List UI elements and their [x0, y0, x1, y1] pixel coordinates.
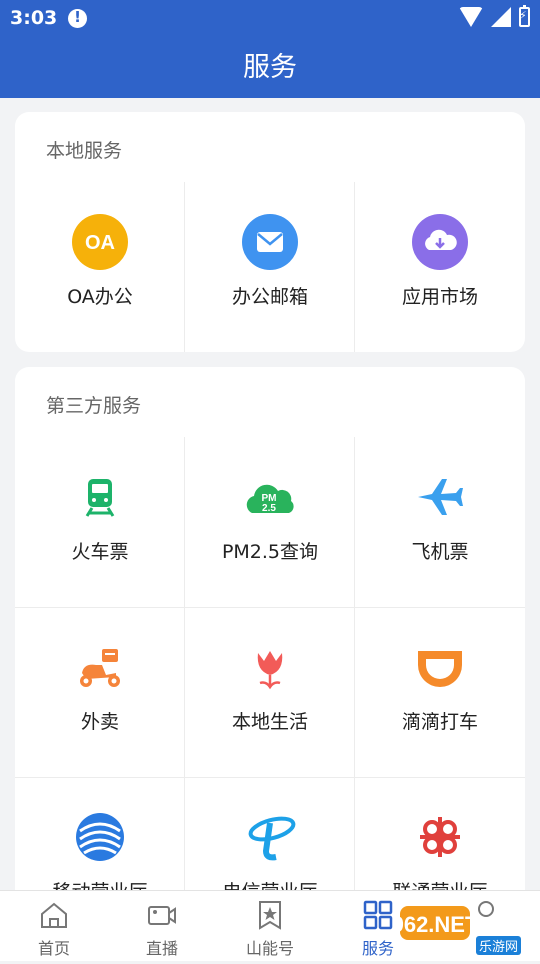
service-train[interactable]: 火车票	[15, 437, 185, 607]
page-header: 服务	[0, 38, 540, 98]
tab-shanneng[interactable]: 山能号	[216, 891, 324, 961]
pm25-cloud-icon: PM 2.5	[246, 484, 294, 514]
star-bookmark-icon	[259, 901, 281, 930]
tab-label: 山能号	[245, 939, 294, 958]
svg-text:962.NET: 962.NET	[400, 912, 479, 937]
service-china-telecom[interactable]: 电信营业厅	[185, 777, 355, 907]
local-services-title: 本地服务	[46, 140, 123, 162]
third-party-services-card: 第三方服务 火车票 PM 2.5 PM2.5查询 飞机票 外卖 本地生活 滴滴打…	[15, 367, 525, 907]
service-takeout[interactable]: 外卖	[15, 607, 185, 777]
service-pm25[interactable]: PM 2.5 PM2.5查询	[185, 437, 355, 607]
service-label: 火车票	[71, 541, 129, 563]
service-china-unicom[interactable]: 联通营业厅	[355, 777, 525, 907]
service-china-mobile[interactable]: 移动营业厅	[15, 777, 185, 907]
service-label: 应用市场	[401, 286, 478, 308]
oa-icon: OA	[72, 214, 128, 270]
service-flight[interactable]: 飞机票	[355, 437, 525, 607]
tab-label: 直播	[145, 939, 178, 958]
video-icon	[148, 906, 176, 925]
page-title: 服务	[243, 52, 297, 83]
tulip-icon	[257, 651, 283, 690]
service-label: 本地生活	[231, 711, 308, 733]
svg-text:OA: OA	[85, 232, 115, 254]
airplane-icon	[418, 479, 463, 515]
svg-text:2.5: 2.5	[262, 503, 276, 514]
battery-icon	[519, 5, 530, 27]
tab-live[interactable]: 直播	[108, 891, 216, 961]
service-label: OA办公	[67, 286, 133, 308]
didi-icon	[418, 651, 462, 687]
china-unicom-icon	[420, 817, 460, 857]
status-bar: 3:03	[0, 0, 540, 38]
app-market-cloud-icon	[412, 214, 468, 270]
service-mail[interactable]: 办公邮箱	[185, 182, 355, 352]
tab-label: 首页	[37, 939, 70, 958]
home-icon	[41, 902, 67, 928]
scooter-icon	[80, 649, 120, 687]
service-label: 办公邮箱	[231, 286, 308, 308]
service-label: 外卖	[80, 711, 119, 733]
signal-icon	[491, 7, 511, 27]
tab-home[interactable]: 首页	[0, 891, 108, 961]
service-didi[interactable]: 滴滴打车	[355, 607, 525, 777]
service-local-life[interactable]: 本地生活	[185, 607, 355, 777]
status-time: 3:03	[10, 7, 58, 29]
local-services-card: 本地服务 OA OA办公 办公邮箱 应用市场	[15, 112, 525, 352]
china-telecom-icon	[248, 816, 296, 861]
service-label: PM2.5查询	[221, 541, 319, 563]
status-icons	[459, 5, 530, 27]
watermark: 962.NET 乐游网	[392, 900, 540, 960]
third-party-services-title: 第三方服务	[46, 395, 142, 417]
service-label: 滴滴打车	[401, 711, 478, 733]
grid-icon	[363, 900, 393, 930]
service-app-market[interactable]: 应用市场	[355, 182, 525, 352]
service-oa[interactable]: OA OA办公	[15, 182, 185, 352]
watermark-text: 乐游网	[476, 936, 522, 955]
service-label: 飞机票	[411, 541, 469, 563]
mail-icon	[242, 214, 298, 270]
china-mobile-icon	[76, 813, 124, 861]
alert-icon	[68, 8, 87, 28]
train-icon	[85, 479, 115, 517]
wifi-icon	[459, 7, 483, 27]
